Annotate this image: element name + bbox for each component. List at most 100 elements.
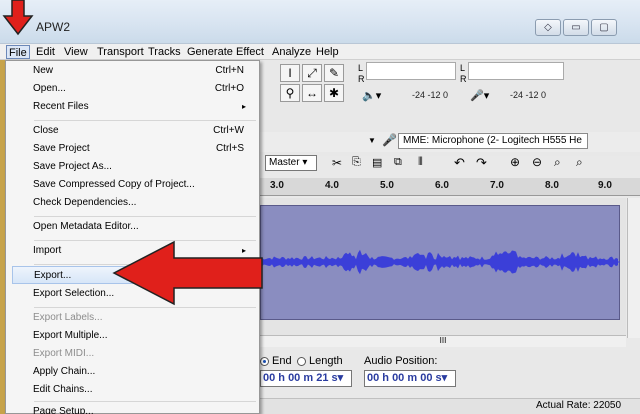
copy-icon[interactable]: ⎘ xyxy=(352,156,361,169)
record-meter-scale: -24 -12 0 xyxy=(510,90,547,100)
ruler-tick-label: 7.0 xyxy=(490,180,504,191)
fit-project-icon[interactable]: ⌕ xyxy=(576,155,583,170)
audio-position-label: Audio Position: xyxy=(364,355,438,367)
file-menu-dropdown: New Ctrl+N Open... Ctrl+O Recent Files ▸… xyxy=(5,60,260,414)
timeline-ruler[interactable] xyxy=(260,178,640,196)
file-menu-metadata-editor[interactable]: Open Metadata Editor... xyxy=(12,218,254,236)
fit-selection-icon[interactable]: ⌕ xyxy=(554,155,561,170)
shortcut-label: Ctrl+N xyxy=(215,65,244,76)
ruler-tick-label: 4.0 xyxy=(325,180,339,191)
file-menu-page-setup[interactable]: Page Setup... xyxy=(12,403,254,414)
silence-icon[interactable]: ⦀ xyxy=(418,156,423,169)
ruler-tick-label: 6.0 xyxy=(435,180,449,191)
file-menu-edit-chains[interactable]: Edit Chains... xyxy=(12,381,254,399)
file-menu-recent-files[interactable]: Recent Files ▸ xyxy=(12,98,254,116)
end-label: End xyxy=(272,355,292,367)
scrollbar-grip: III xyxy=(439,336,447,345)
menu-help[interactable]: Help xyxy=(314,45,341,59)
speaker-icon[interactable]: 🔈▾ xyxy=(362,89,381,102)
record-meter[interactable] xyxy=(366,62,456,80)
file-menu-apply-chain-label: Apply Chain... xyxy=(33,366,96,377)
file-menu-save-project-as[interactable]: Save Project As... xyxy=(12,158,254,176)
file-menu-save-project-label: Save Project xyxy=(33,143,90,154)
menu-transport[interactable]: Transport xyxy=(95,45,146,59)
edit-toolbar: ✂ ⎘ ▤ ⧉ ⦀ ↶ ↷ ⊕ ⊖ ⌕ ⌕ xyxy=(260,154,640,176)
shortcut-label: Ctrl+S xyxy=(215,143,244,154)
submenu-arrow-icon: ▸ xyxy=(241,102,246,111)
master-select[interactable]: Master ▾ xyxy=(265,155,317,171)
menu-separator xyxy=(34,401,256,402)
menu-tracks[interactable]: Tracks xyxy=(146,45,183,59)
ruler-tick-label: 8.0 xyxy=(545,180,559,191)
record-meter-left-label: L xyxy=(358,63,364,73)
ribbon-toggle-button[interactable]: ◇ xyxy=(535,19,561,36)
file-menu-save-project-as-label: Save Project As... xyxy=(33,161,112,172)
input-device-select[interactable]: MME: Microphone (2- Logitech H555 He xyxy=(398,133,588,149)
audio-position-time[interactable]: 00 h 00 m 00 s▾ xyxy=(364,370,456,387)
envelope-tool-icon[interactable]: ⤢ xyxy=(302,64,322,82)
shortcut-label: Ctrl+W xyxy=(213,125,244,136)
play-meter-left-label: L xyxy=(460,63,466,73)
vertical-scrollbar[interactable] xyxy=(627,198,640,338)
menu-effect[interactable]: Effect xyxy=(234,45,266,59)
file-menu-open-label: Open... xyxy=(33,83,66,94)
restore-button[interactable]: ▭ xyxy=(563,19,589,36)
menu-analyze[interactable]: Analyze xyxy=(270,45,313,59)
multi-tool-icon[interactable]: ✱ xyxy=(324,84,344,102)
file-menu-export-label: Export... xyxy=(34,270,72,281)
play-meter-right-label: R xyxy=(460,74,467,84)
file-menu-new-label: New xyxy=(33,65,54,76)
file-menu-close[interactable]: Close Ctrl+W xyxy=(12,122,254,140)
timeshift-tool-icon[interactable]: ↔ xyxy=(302,84,322,102)
ruler-tick-label: 3.0 xyxy=(270,180,284,191)
file-menu-export-multiple[interactable]: Export Multiple... xyxy=(12,327,254,345)
file-menu-open[interactable]: Open... Ctrl+O xyxy=(12,80,254,98)
file-menu-page-setup-label: Page Setup... xyxy=(33,406,94,414)
file-menu-close-label: Close xyxy=(33,125,59,136)
annotation-arrow-left xyxy=(112,240,263,306)
file-menu-export-multiple-label: Export Multiple... xyxy=(33,330,108,341)
trim-icon[interactable]: ⧉ xyxy=(394,156,402,169)
selection-tool-icon[interactable]: I xyxy=(280,64,300,82)
microphone-icon[interactable]: 🎤▾ xyxy=(470,89,489,102)
draw-tool-icon[interactable]: ✎ xyxy=(324,64,344,82)
length-radio[interactable] xyxy=(297,357,306,366)
paste-icon[interactable]: ▤ xyxy=(372,156,382,169)
host-dropdown-arrow-icon[interactable]: ▼ xyxy=(368,136,376,145)
menu-separator xyxy=(34,216,256,217)
menu-generate[interactable]: Generate xyxy=(185,45,235,59)
zoom-out-icon[interactable]: ⊖ xyxy=(532,155,542,169)
file-menu-export-selection-label: Export Selection... xyxy=(33,288,115,299)
redo-icon[interactable]: ↷ xyxy=(476,155,487,171)
file-menu-export-labels: Export Labels... xyxy=(12,309,254,327)
file-menu-save-compressed[interactable]: Save Compressed Copy of Project... xyxy=(12,176,254,194)
ruler-tick-label: 5.0 xyxy=(380,180,394,191)
menu-view[interactable]: View xyxy=(62,45,90,59)
length-label: Length xyxy=(309,355,343,367)
play-meter-scale: -24 -12 0 xyxy=(412,90,449,100)
selection-end-time-value: 00 h 00 m 21 s xyxy=(263,372,338,384)
record-meter-right-label: R xyxy=(358,74,365,84)
file-menu-recent-files-label: Recent Files xyxy=(33,101,89,112)
file-menu-apply-chain[interactable]: Apply Chain... xyxy=(12,363,254,381)
window-titlebar: APW2 ◇ ▭ ▢ xyxy=(0,0,640,44)
horizontal-scrollbar[interactable]: III xyxy=(260,335,626,347)
file-menu-export-midi-label: Export MIDI... xyxy=(33,348,95,359)
zoom-tool-icon[interactable]: ⚲ xyxy=(280,84,300,102)
file-menu-export-labels-label: Export Labels... xyxy=(33,312,103,323)
shortcut-label: Ctrl+O xyxy=(214,83,244,94)
audio-position-value: 00 h 00 m 00 s xyxy=(367,372,442,384)
zoom-in-icon[interactable]: ⊕ xyxy=(510,155,520,169)
selection-end-time[interactable]: 00 h 00 m 21 s▾ xyxy=(260,370,352,387)
file-menu-check-dependencies[interactable]: Check Dependencies... xyxy=(12,194,254,212)
end-radio[interactable] xyxy=(260,357,269,366)
file-menu-import-label: Import xyxy=(33,245,62,256)
file-menu-save-compressed-label: Save Compressed Copy of Project... xyxy=(33,179,195,190)
window-title: APW2 xyxy=(36,20,71,34)
undo-icon[interactable]: ↶ xyxy=(454,155,465,171)
cut-icon[interactable]: ✂ xyxy=(332,156,342,170)
minimize-button[interactable]: ▢ xyxy=(591,19,617,36)
file-menu-new[interactable]: New Ctrl+N xyxy=(12,62,254,80)
play-meter[interactable] xyxy=(468,62,564,80)
file-menu-save-project[interactable]: Save Project Ctrl+S xyxy=(12,140,254,158)
